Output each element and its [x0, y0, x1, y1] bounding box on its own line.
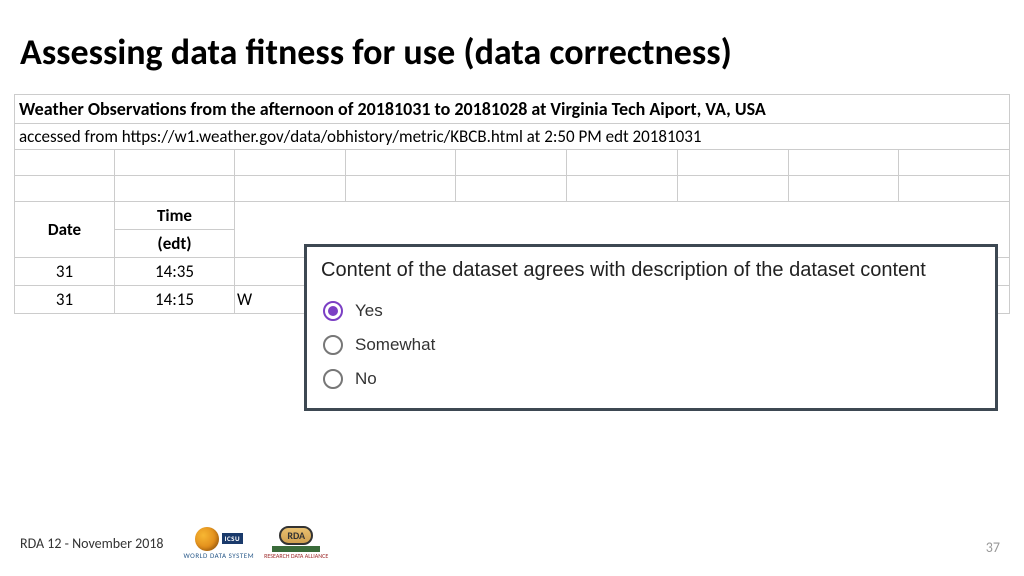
cell-date: 31 — [15, 286, 115, 314]
cell-time: 14:15 — [115, 286, 235, 314]
slide-title: Assessing data fitness for use (data cor… — [0, 0, 1024, 94]
table-blank-row — [15, 176, 1010, 202]
option-label: No — [355, 369, 377, 389]
globe-icon — [195, 527, 219, 551]
table-blank-row — [15, 150, 1010, 176]
footer-logos: ICSU WORLD DATA SYSTEM RDA RESEARCH DATA… — [184, 526, 329, 560]
rda-subtext: RESEARCH DATA ALLIANCE — [264, 552, 328, 560]
wds-logo: ICSU WORLD DATA SYSTEM — [184, 527, 255, 560]
survey-popup: Content of the dataset agrees with descr… — [304, 244, 998, 411]
radio-icon[interactable] — [323, 369, 343, 389]
slide-footer: RDA 12 - November 2018 ICSU WORLD DATA S… — [0, 526, 1024, 560]
cell-date: 31 — [15, 258, 115, 286]
page-number: 37 — [986, 539, 1000, 556]
option-label: Somewhat — [355, 335, 435, 355]
col-header-time: Time — [115, 202, 235, 230]
col-header-time-tz: (edt) — [115, 230, 235, 258]
table-subheading: accessed from https://w1.weather.gov/dat… — [14, 123, 1010, 149]
footer-label: RDA 12 - November 2018 — [20, 535, 164, 552]
table-heading: Weather Observations from the afternoon … — [14, 94, 1010, 123]
radio-icon[interactable] — [323, 301, 343, 321]
rda-logo: RDA RESEARCH DATA ALLIANCE — [264, 526, 328, 560]
table-header-row: Date Time — [15, 202, 1010, 230]
cell-time: 14:35 — [115, 258, 235, 286]
option-label: Yes — [355, 301, 383, 321]
rda-pill: RDA — [279, 526, 313, 545]
option-somewhat[interactable]: Somewhat — [321, 328, 981, 362]
option-yes[interactable]: Yes — [321, 294, 981, 328]
survey-question: Content of the dataset agrees with descr… — [321, 257, 981, 284]
wds-text: WORLD DATA SYSTEM — [184, 551, 255, 560]
option-no[interactable]: No — [321, 362, 981, 396]
icsu-badge: ICSU — [222, 533, 243, 544]
col-header-date: Date — [15, 202, 115, 258]
radio-icon[interactable] — [323, 335, 343, 355]
